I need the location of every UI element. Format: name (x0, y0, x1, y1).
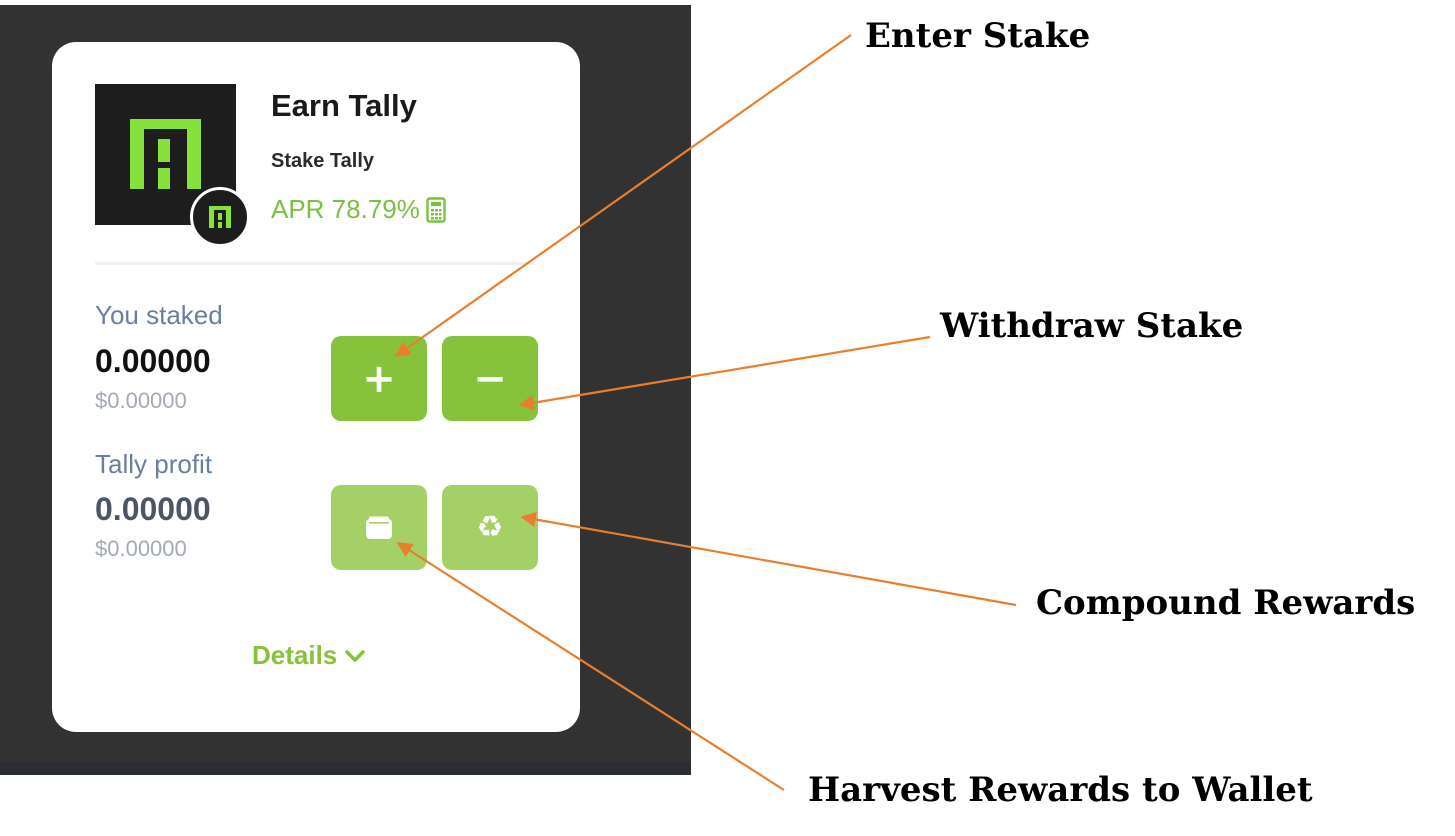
staked-label: You staked (95, 300, 223, 330)
staked-value: 0.00000 (95, 343, 211, 379)
pool-subtitle: Stake Tally (271, 150, 375, 172)
profit-value: 0.00000 (95, 491, 211, 527)
details-label: Details (252, 640, 338, 670)
screenshot-bottom-strip (0, 762, 691, 775)
profit-label: Tally profit (95, 449, 213, 479)
card-divider (95, 262, 535, 265)
staked-usd-value: $0.00000 (95, 388, 187, 413)
enter-stake-annotation: Enter Stake (865, 16, 1091, 56)
details-toggle[interactable]: Details (252, 640, 366, 671)
apr-row: APR 78.79% (271, 194, 446, 225)
enter-stake-button[interactable]: + (331, 336, 427, 421)
chevron-down-icon (345, 649, 366, 663)
plus-icon: + (362, 355, 396, 402)
withdraw-stake-annotation: Withdraw Stake (940, 306, 1244, 346)
withdraw-stake-button[interactable]: − (442, 336, 538, 421)
profit-usd-value: $0.00000 (95, 536, 187, 561)
wallet-icon (365, 516, 393, 540)
harvest-rewards-annotation: Harvest Rewards to Wallet (808, 770, 1313, 810)
pool-title: Earn Tally (271, 88, 417, 123)
minus-icon: − (473, 355, 507, 402)
apr-value: APR 78.79% (271, 194, 420, 224)
calculator-icon[interactable] (426, 196, 446, 223)
compound-button[interactable]: ♻ (442, 485, 538, 570)
compound-rewards-annotation: Compound Rewards (1036, 583, 1416, 623)
harvest-button[interactable] (331, 485, 427, 570)
recycle-icon: ♻ (476, 509, 504, 545)
tally-badge-icon (190, 187, 250, 247)
